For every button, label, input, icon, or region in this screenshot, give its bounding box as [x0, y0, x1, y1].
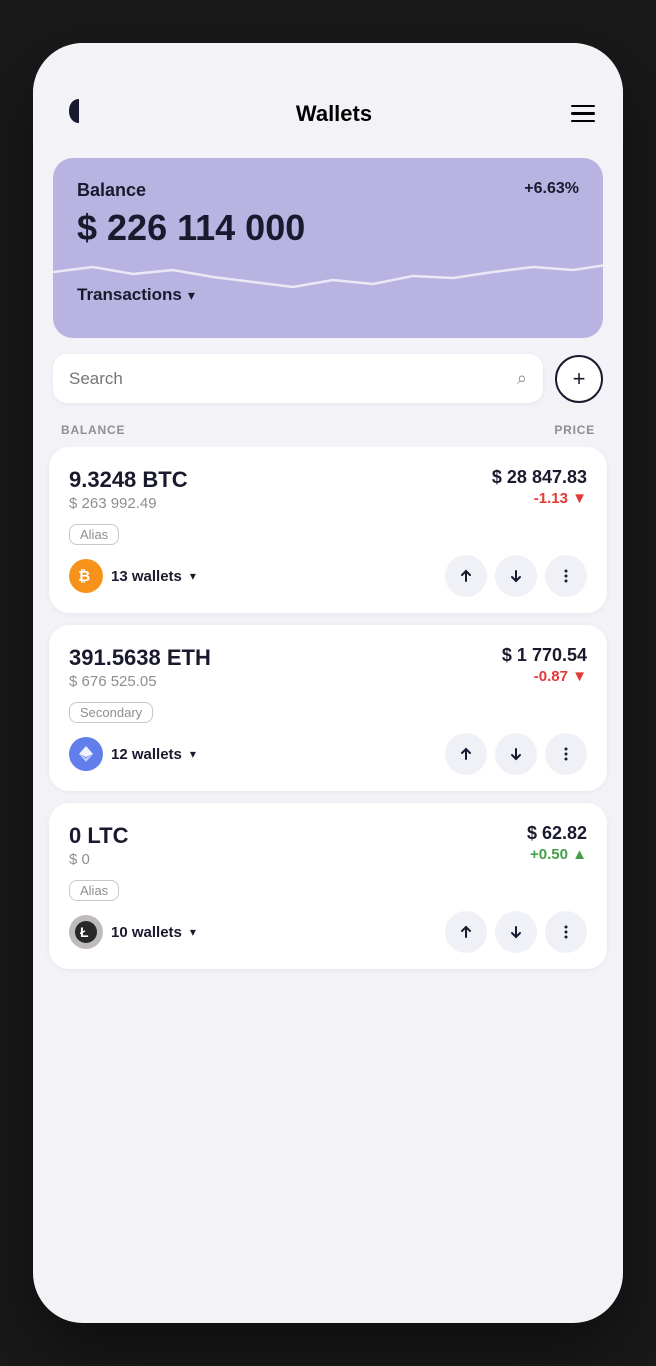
eth-more-button[interactable]	[545, 733, 587, 775]
btc-send-button[interactable]	[445, 555, 487, 597]
svg-text:Ł: Ł	[80, 924, 89, 940]
transactions-label: Transactions	[77, 285, 182, 305]
btc-receive-button[interactable]	[495, 555, 537, 597]
ltc-receive-button[interactable]	[495, 911, 537, 953]
eth-coin-icon	[69, 737, 103, 771]
btc-amount: 9.3248 BTC	[69, 467, 188, 493]
btc-wallet-row[interactable]: ₿ 13 wallets ▾	[69, 559, 196, 593]
ltc-more-button[interactable]	[545, 911, 587, 953]
btc-coin-icon: ₿	[69, 559, 103, 593]
btc-price-change: -1.13 ▼	[492, 490, 587, 507]
eth-wallets-count: 12 wallets	[111, 746, 182, 763]
eth-actions	[445, 733, 587, 775]
btc-fiat: $ 263 992.49	[69, 495, 188, 512]
ltc-actions	[445, 911, 587, 953]
eth-amount: 391.5638 ETH	[69, 645, 211, 671]
btc-wallets-chevron-icon: ▾	[190, 569, 196, 583]
ltc-coin-icon: Ł	[69, 915, 103, 949]
column-headers: BALANCE PRICE	[33, 415, 623, 447]
btc-price: $ 28 847.83	[492, 467, 587, 488]
balance-change: +6.63%	[524, 180, 579, 198]
ltc-wallet-row[interactable]: Ł 10 wallets ▾	[69, 915, 196, 949]
btc-more-button[interactable]	[545, 555, 587, 597]
asset-card-eth: 391.5638 ETH $ 676 525.05 $ 1 770.54 -0.…	[49, 625, 607, 791]
eth-price: $ 1 770.54	[502, 645, 587, 666]
add-wallet-button[interactable]: +	[555, 355, 603, 403]
btc-tag: Alias	[69, 524, 119, 545]
balance-column-header: BALANCE	[61, 423, 125, 437]
balance-amount: $ 226 114 000	[77, 207, 579, 249]
eth-price-change: -0.87 ▼	[502, 668, 587, 685]
phone: Wallets Balance +6.63% $ 226 114 000	[33, 43, 623, 1323]
transactions-row[interactable]: Transactions ▾	[77, 285, 579, 305]
balance-label: Balance	[77, 180, 146, 201]
transactions-chevron-icon: ▾	[188, 287, 195, 304]
ltc-send-button[interactable]	[445, 911, 487, 953]
ltc-fiat: $ 0	[69, 851, 128, 868]
search-row: ⌕ +	[33, 354, 623, 415]
header: Wallets	[33, 43, 623, 150]
app-content: Wallets Balance +6.63% $ 226 114 000	[33, 43, 623, 1323]
eth-receive-button[interactable]	[495, 733, 537, 775]
ltc-wallets-count: 10 wallets	[111, 924, 182, 941]
ltc-wallets-chevron-icon: ▾	[190, 925, 196, 939]
price-column-header: PRICE	[554, 423, 595, 437]
page-title: Wallets	[296, 101, 372, 127]
ltc-tag: Alias	[69, 880, 119, 901]
asset-card-btc: 9.3248 BTC $ 263 992.49 $ 28 847.83 -1.1…	[49, 447, 607, 613]
btc-actions	[445, 555, 587, 597]
asset-card-ltc: 0 LTC $ 0 $ 62.82 +0.50 ▲ Alias	[49, 803, 607, 969]
search-icon: ⌕	[517, 368, 527, 389]
ltc-amount: 0 LTC	[69, 823, 128, 849]
phone-container: Wallets Balance +6.63% $ 226 114 000	[0, 0, 656, 1366]
eth-fiat: $ 676 525.05	[69, 673, 211, 690]
ltc-price-change: +0.50 ▲	[527, 846, 587, 863]
eth-wallets-chevron-icon: ▾	[190, 747, 196, 761]
search-box: ⌕	[53, 354, 543, 403]
eth-tag: Secondary	[69, 702, 153, 723]
svg-text:₿: ₿	[78, 568, 90, 585]
btc-wallets-count: 13 wallets	[111, 568, 182, 585]
balance-card: Balance +6.63% $ 226 114 000 Transaction…	[53, 158, 603, 338]
eth-wallet-row[interactable]: 12 wallets ▾	[69, 737, 196, 771]
search-input[interactable]	[69, 369, 507, 389]
menu-button[interactable]	[571, 105, 595, 123]
ltc-price: $ 62.82	[527, 823, 587, 844]
eth-send-button[interactable]	[445, 733, 487, 775]
logo	[61, 93, 97, 134]
asset-list: 9.3248 BTC $ 263 992.49 $ 28 847.83 -1.1…	[33, 447, 623, 1323]
